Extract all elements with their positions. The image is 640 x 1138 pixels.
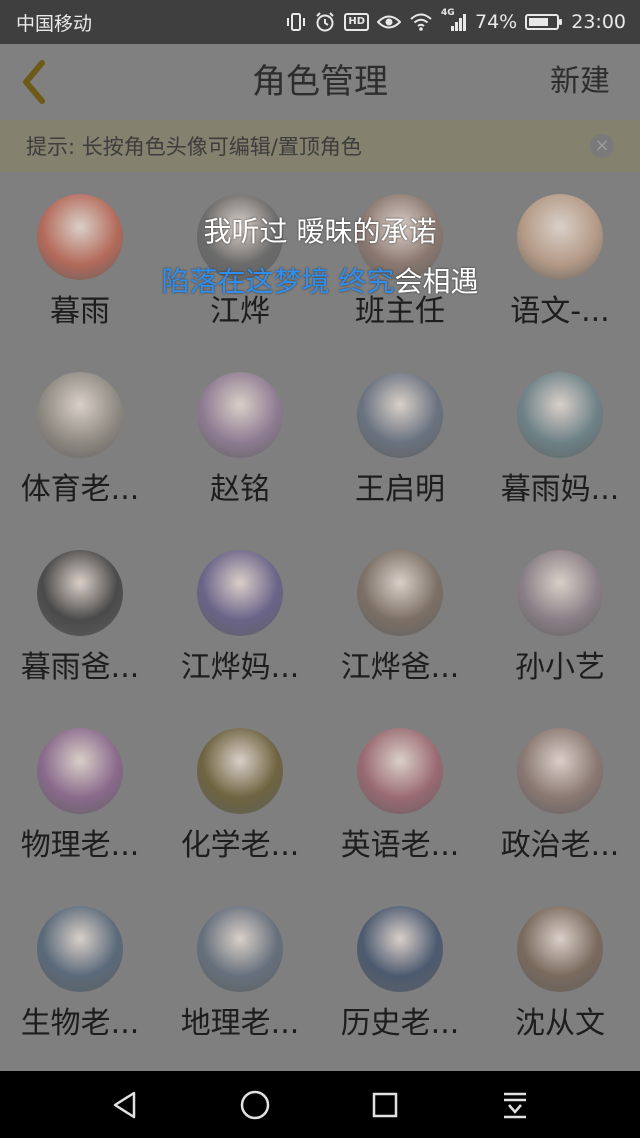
character-avatar[interactable] <box>357 728 443 814</box>
character-name: 物理老... <box>20 828 140 863</box>
character-name: 体育老... <box>20 472 140 507</box>
character-item[interactable]: 江烨爸... <box>320 528 480 706</box>
page-title: 角色管理 <box>252 62 388 102</box>
hd-icon: HD <box>344 13 369 31</box>
character-item[interactable]: 英语老... <box>320 706 480 884</box>
nav-recents-button[interactable] <box>355 1075 415 1135</box>
character-item[interactable]: 王启明 <box>320 350 480 528</box>
character-item[interactable]: 物理老... <box>0 706 160 884</box>
character-item[interactable]: 江烨妈... <box>160 528 320 706</box>
character-avatar[interactable] <box>357 550 443 636</box>
lyric-line-2-highlight: 陷落在这梦境 终究 <box>161 265 395 298</box>
character-avatar[interactable] <box>517 372 603 458</box>
system-nav-bar <box>0 1071 640 1138</box>
character-avatar[interactable] <box>197 550 283 636</box>
character-avatar[interactable] <box>197 728 283 814</box>
character-name: 暮雨妈... <box>500 472 620 507</box>
character-name: 王启明 <box>355 472 445 507</box>
character-item[interactable]: 地理老... <box>160 884 320 1062</box>
nav-home-button[interactable] <box>225 1075 285 1135</box>
character-item[interactable]: 政治老... <box>480 706 640 884</box>
character-avatar[interactable] <box>357 906 443 992</box>
nav-notification-button[interactable] <box>485 1075 545 1135</box>
character-name: 沈从文 <box>515 1006 605 1041</box>
character-avatar[interactable] <box>37 906 123 992</box>
chevron-left-icon <box>23 60 45 104</box>
character-name: 历史老... <box>340 1006 460 1041</box>
character-avatar[interactable] <box>37 372 123 458</box>
new-character-button[interactable]: 新建 <box>550 44 610 120</box>
character-avatar[interactable] <box>37 550 123 636</box>
clock: 23:00 <box>571 11 626 33</box>
character-item[interactable]: 赵铭 <box>160 350 320 528</box>
character-name: 生物老... <box>20 1006 140 1041</box>
character-name: 英语老... <box>340 828 460 863</box>
character-name: 化学老... <box>180 828 300 863</box>
signal-icon: 4G <box>441 8 467 34</box>
hint-text: 提示: 长按角色头像可编辑/置顶角色 <box>26 135 362 159</box>
character-name: 江烨妈... <box>180 650 300 685</box>
lyrics-overlay: 我听过 暧昧的承诺 陷落在这梦境 终究会相遇 <box>0 210 640 300</box>
character-name: 赵铭 <box>210 472 270 507</box>
close-icon[interactable]: × <box>590 134 614 158</box>
character-avatar[interactable] <box>517 550 603 636</box>
character-item[interactable]: 化学老... <box>160 706 320 884</box>
character-item[interactable]: 生物老... <box>0 884 160 1062</box>
character-item[interactable]: 沈从文 <box>480 884 640 1062</box>
notification-pull-icon <box>504 1092 526 1118</box>
character-item[interactable]: 暮雨妈... <box>480 350 640 528</box>
home-circle-icon <box>240 1090 270 1119</box>
battery-percent: 74% <box>475 11 518 33</box>
recents-square-icon <box>372 1092 398 1117</box>
back-triangle-icon <box>113 1091 136 1118</box>
character-item[interactable]: 历史老... <box>320 884 480 1062</box>
network-type-label: 4G <box>441 8 455 18</box>
character-avatar[interactable] <box>357 372 443 458</box>
character-name: 孙小艺 <box>515 650 605 685</box>
character-item[interactable]: 体育老... <box>0 350 160 528</box>
lyric-line-2: 陷落在这梦境 终究会相遇 <box>0 260 640 300</box>
lyric-line-1: 我听过 暧昧的承诺 <box>203 215 437 248</box>
character-avatar[interactable] <box>197 906 283 992</box>
lyric-line-2-rest: 会相遇 <box>394 265 479 298</box>
back-button[interactable] <box>12 56 56 108</box>
character-name: 江烨爸... <box>340 650 460 685</box>
character-avatar[interactable] <box>517 906 603 992</box>
character-name: 政治老... <box>500 828 620 863</box>
hint-banner: 提示: 长按角色头像可编辑/置顶角色 × <box>0 120 640 172</box>
character-name: 暮雨爸... <box>20 650 140 685</box>
character-name: 地理老... <box>180 1006 300 1041</box>
character-avatar[interactable] <box>37 728 123 814</box>
wifi-icon <box>409 10 433 34</box>
status-icons: HD 4G 74% 23:00 <box>286 8 626 34</box>
app-bar: 角色管理 新建 <box>0 44 640 120</box>
carrier-label: 中国移动 <box>16 12 93 35</box>
alarm-icon <box>314 10 336 34</box>
vibrate-icon <box>286 10 306 34</box>
character-avatar[interactable] <box>197 372 283 458</box>
eye-icon <box>377 10 401 34</box>
character-avatar[interactable] <box>517 728 603 814</box>
character-item[interactable]: 孙小艺 <box>480 528 640 706</box>
character-item[interactable]: 暮雨爸... <box>0 528 160 706</box>
nav-back-button[interactable] <box>95 1075 155 1135</box>
status-bar: 中国移动 HD 4G 74% 23:00 <box>0 0 640 44</box>
battery-icon <box>525 14 563 30</box>
